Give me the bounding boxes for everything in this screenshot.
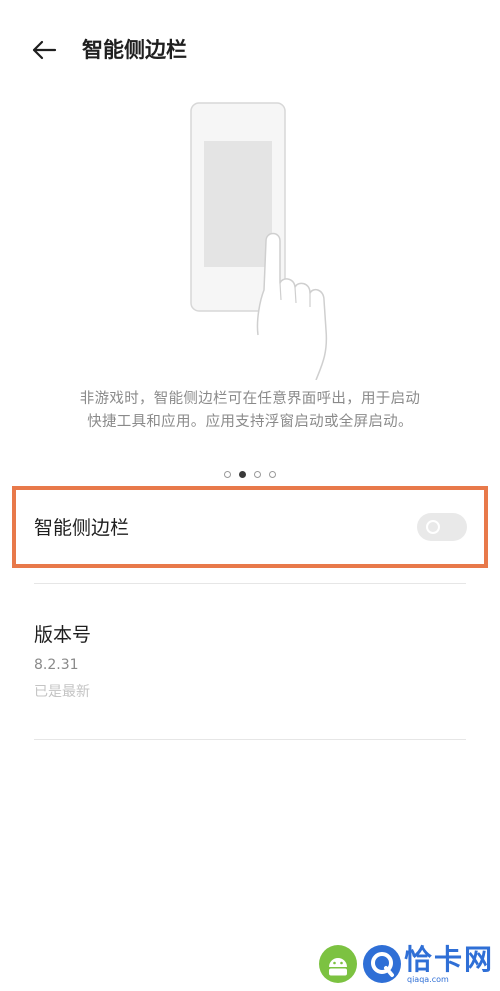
phone-hand-illustration <box>190 102 328 380</box>
divider <box>34 583 466 584</box>
android-logo-icon <box>319 945 357 983</box>
arrow-left-icon <box>32 40 57 60</box>
description-line-2: 快捷工具和应用。应用支持浮窗启动或全屏启动。 <box>87 414 413 430</box>
watermark-url: qiaqa.com <box>407 975 449 984</box>
feature-description: 非游戏时，智能侧边栏可在任意界面呼出，用于启动 快捷工具和应用。应用支持浮窗启动… <box>40 388 460 434</box>
version-status: 已是最新 <box>34 684 90 700</box>
carousel-dot[interactable] <box>269 471 276 478</box>
q-logo-icon <box>363 945 401 983</box>
header-bar: 智能侧边栏 <box>0 0 500 100</box>
carousel-indicator <box>0 471 500 478</box>
carousel-dot[interactable] <box>254 471 261 478</box>
back-button[interactable] <box>28 36 60 64</box>
description-line-1: 非游戏时，智能侧边栏可在任意界面呼出，用于启动 <box>79 391 421 407</box>
sidebar-toggle-switch[interactable] <box>417 513 467 541</box>
page-title: 智能侧边栏 <box>82 38 187 62</box>
divider <box>34 739 466 740</box>
carousel-dot[interactable] <box>224 471 231 478</box>
watermark-name: 恰卡网 <box>404 943 495 976</box>
watermark: 恰卡网 qiaqa.com <box>316 942 496 986</box>
carousel-dot-active[interactable] <box>239 471 246 478</box>
version-number: 8.2.31 <box>34 657 79 673</box>
version-title: 版本号 <box>34 624 92 646</box>
toggle-knob <box>426 520 440 534</box>
sidebar-toggle-label: 智能侧边栏 <box>34 517 130 539</box>
